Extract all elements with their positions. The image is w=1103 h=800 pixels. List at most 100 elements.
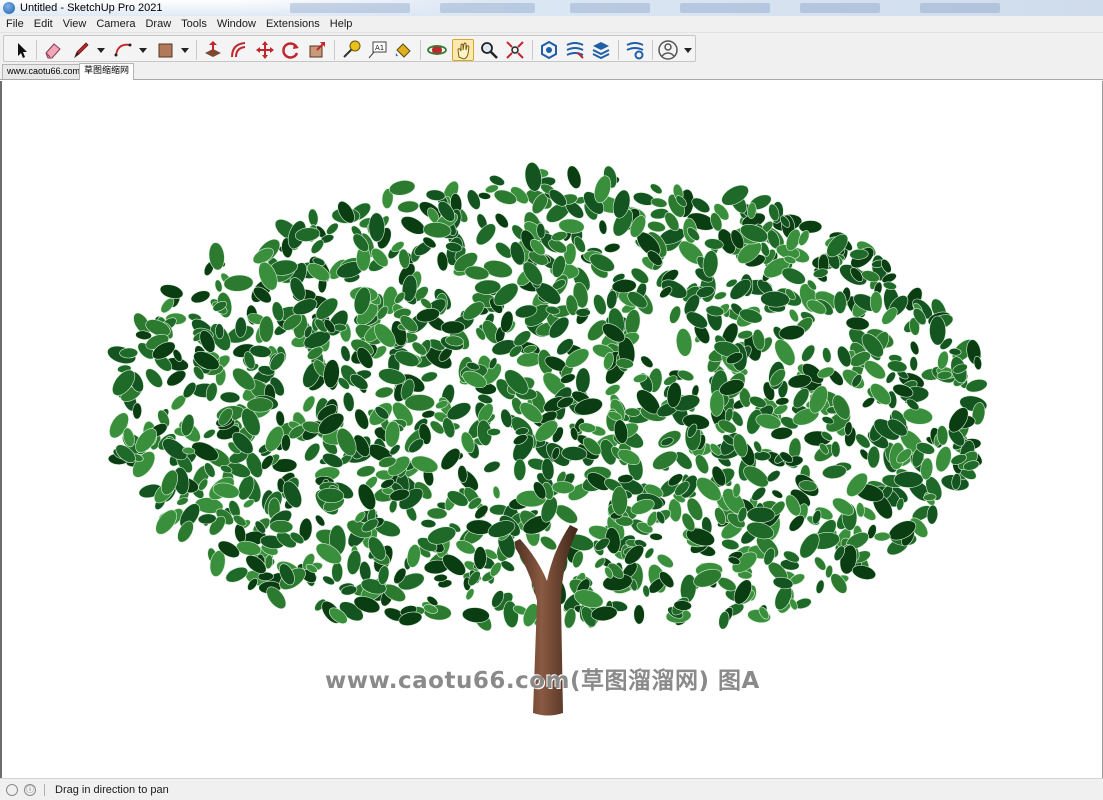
leaf [132, 402, 143, 420]
chevron-down-icon[interactable] [139, 48, 147, 53]
menu-camera[interactable]: Camera [96, 18, 141, 30]
background-tab [290, 3, 410, 13]
line-tool-button[interactable] [70, 39, 92, 61]
leaf [483, 460, 501, 473]
arc-tool-button[interactable] [112, 39, 134, 61]
text-icon: A1 [368, 41, 387, 59]
scene-tabs-bar: www.caotu66.com 草图缩缩网 [0, 62, 1103, 80]
leaf [593, 294, 607, 316]
leaf [280, 434, 291, 452]
eraser-tool-button[interactable] [42, 39, 64, 61]
zoom-icon [481, 42, 498, 59]
viewport-border [0, 81, 2, 778]
select-tool-button[interactable] [10, 39, 32, 61]
sketchup-logo-icon [3, 2, 15, 14]
leaf [644, 547, 655, 559]
extension-warehouse-button[interactable] [564, 39, 586, 61]
background-taskbar [230, 0, 1103, 16]
geo-location-icon[interactable] [6, 783, 18, 796]
leaf [214, 279, 223, 293]
pan-tool-button[interactable] [452, 39, 474, 61]
leaf [342, 391, 355, 412]
offset-tool-button[interactable] [228, 39, 250, 61]
text-tool-button[interactable]: A1 [366, 39, 388, 61]
leaf [909, 340, 920, 356]
toolbar-separator [36, 40, 37, 60]
leaf [219, 391, 241, 404]
leaf [487, 428, 501, 436]
scale-icon [309, 42, 325, 58]
info-icon[interactable]: ⓘ [24, 783, 36, 796]
orbit-tool-button[interactable] [426, 39, 448, 61]
leaf [225, 566, 249, 583]
zoom-extents-tool-button[interactable] [504, 39, 526, 61]
svg-text:A1: A1 [375, 44, 384, 52]
leaf [473, 546, 487, 570]
account-button[interactable] [657, 39, 679, 61]
status-bar: ⓘ Drag in direction to pan [0, 778, 1103, 800]
leaf [462, 607, 490, 623]
leaf [425, 189, 446, 201]
rectangle-icon [158, 43, 173, 58]
leaf [867, 445, 881, 469]
leaf [929, 315, 947, 346]
move-tool-button[interactable] [254, 39, 276, 61]
leaf [771, 489, 784, 499]
extension-manager-button[interactable] [624, 39, 646, 61]
leaf [702, 250, 719, 278]
layout-icon [592, 42, 610, 60]
menu-edit[interactable]: Edit [34, 18, 59, 30]
leaf [598, 219, 608, 235]
leaf [513, 458, 527, 481]
push-pull-tool-button[interactable] [202, 39, 224, 61]
window-title: Untitled - SketchUp Pro 2021 [20, 2, 163, 14]
leaf [203, 429, 216, 439]
leaf [873, 531, 891, 542]
scale-tool-button[interactable] [306, 39, 328, 61]
leaf [815, 579, 825, 594]
leaf [440, 320, 465, 335]
menu-file[interactable]: File [6, 18, 30, 30]
menu-help[interactable]: Help [330, 18, 359, 30]
leaf [669, 305, 681, 324]
leaf [326, 222, 339, 235]
leaf [315, 514, 326, 527]
scene-tab-selected[interactable]: 草图缩缩网 [79, 63, 135, 80]
leaf [404, 394, 435, 412]
background-tab [440, 3, 535, 13]
leaf [374, 386, 394, 399]
leaf [524, 161, 542, 192]
leaf [457, 465, 468, 483]
layout-button[interactable] [590, 39, 612, 61]
menu-tools[interactable]: Tools [181, 18, 213, 30]
arrow-cursor-icon [18, 43, 27, 58]
menu-view[interactable]: View [63, 18, 93, 30]
leaf [647, 221, 666, 233]
toolbar: A1 [0, 32, 1103, 62]
chevron-down-icon[interactable] [684, 48, 692, 53]
push-pull-icon [205, 41, 221, 57]
chevron-down-icon[interactable] [97, 48, 105, 53]
background-tab [800, 3, 880, 13]
rectangle-tool-button[interactable] [154, 39, 176, 61]
tape-measure-tool-button[interactable] [340, 39, 362, 61]
leaf [575, 367, 591, 394]
leaf [246, 397, 274, 413]
rotate-icon [282, 42, 299, 59]
extension-warehouse-icon [566, 42, 584, 59]
rotate-tool-button[interactable] [280, 39, 302, 61]
3d-warehouse-button[interactable] [538, 39, 560, 61]
menu-window[interactable]: Window [217, 18, 262, 30]
zoom-tool-button[interactable] [478, 39, 500, 61]
leaf [420, 371, 438, 383]
leaf [798, 220, 823, 234]
menu-extensions[interactable]: Extensions [266, 18, 326, 30]
scene-tab[interactable]: www.caotu66.com [2, 64, 86, 79]
chevron-down-icon[interactable] [181, 48, 189, 53]
paint-bucket-tool-button[interactable] [392, 39, 414, 61]
toolbar-separator [652, 40, 653, 60]
leaf [611, 486, 628, 516]
menu-draw[interactable]: Draw [145, 18, 177, 30]
leaf [420, 519, 437, 529]
leaf [368, 212, 385, 243]
